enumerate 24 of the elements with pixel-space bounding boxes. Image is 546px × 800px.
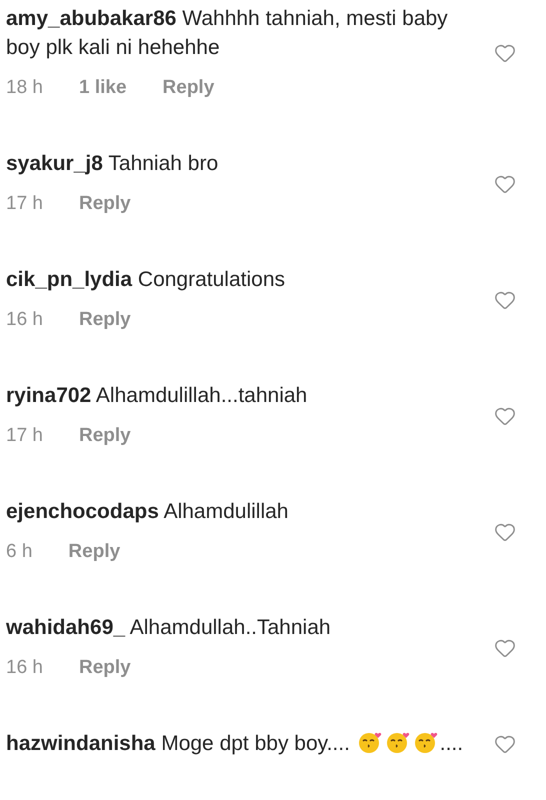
likes-link[interactable]: 1 like bbox=[78, 73, 127, 102]
comment-text: amy_abubakar86 Wahhhh tahniah, mesti baby boy plk kali ni hehehhe bbox=[6, 6, 449, 61]
comment-text: cik_pn_lydia Congratulations bbox=[6, 267, 286, 293]
comment-text: ejenchocodaps Alhamdulillah bbox=[6, 499, 290, 525]
kissing-face-icon bbox=[412, 730, 439, 754]
comment-time: 6 h bbox=[6, 540, 32, 564]
comment-time: 16 h bbox=[6, 656, 43, 680]
comment-text: ryina702 Alhamdulillah...tahniah bbox=[6, 383, 308, 409]
kissing-face-icon bbox=[356, 730, 383, 754]
comment-text: hazwindanisha Moge dpt bby boy.... .... bbox=[6, 729, 464, 757]
reply-button[interactable]: Reply bbox=[78, 653, 131, 682]
comment-text: syakur_j8 Tahniah bro bbox=[6, 151, 220, 177]
reply-button[interactable]: Reply bbox=[78, 305, 131, 334]
comment-time: 16 h bbox=[6, 308, 43, 332]
reply-button[interactable]: Reply bbox=[78, 189, 131, 218]
heart-icon[interactable] bbox=[494, 42, 516, 64]
kissing-face-icon bbox=[384, 730, 411, 754]
comment-time: 17 h bbox=[6, 424, 43, 448]
comment-time: 18 h bbox=[6, 76, 43, 100]
reply-button[interactable]: Reply bbox=[162, 73, 214, 102]
comment-time: 17 h bbox=[6, 192, 43, 216]
comment-text: wahidah69_ Alhamdullah..Tahniah bbox=[6, 615, 332, 641]
reply-button[interactable]: Reply bbox=[78, 421, 131, 450]
reply-button[interactable]: Reply bbox=[68, 537, 120, 566]
